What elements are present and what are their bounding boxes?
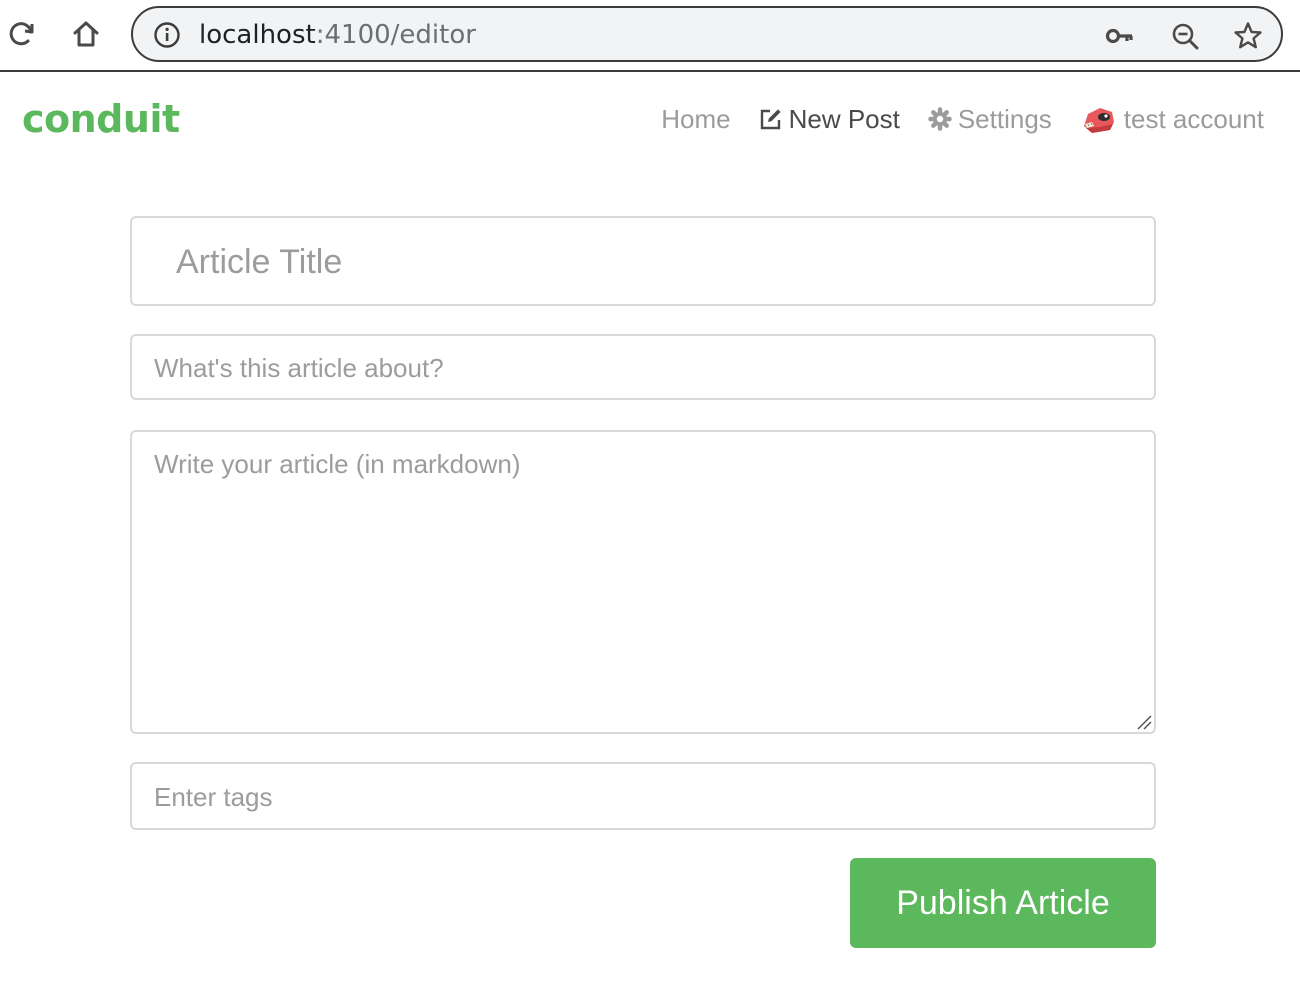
browser-toolbar: localhost:4100/editor: [0, 0, 1300, 72]
article-body-placeholder: Write your article (in markdown): [154, 449, 521, 479]
nav-profile-label: test account: [1123, 103, 1264, 134]
tags-input[interactable]: Enter tags: [130, 762, 1156, 830]
brand-logo[interactable]: conduit: [22, 94, 180, 144]
key-icon[interactable]: [1105, 20, 1137, 52]
gear-icon: [928, 107, 952, 131]
tags-placeholder: Enter tags: [154, 782, 273, 812]
nav-new-post-link[interactable]: New Post: [759, 104, 900, 135]
home-button[interactable]: [66, 14, 106, 54]
article-description-input[interactable]: What's this article about?: [130, 334, 1156, 400]
article-body-textarea[interactable]: Write your article (in markdown): [130, 430, 1156, 734]
avatar: [1083, 108, 1114, 133]
zoom-out-icon[interactable]: [1169, 20, 1201, 52]
publish-article-button[interactable]: Publish Article: [850, 858, 1156, 948]
info-icon[interactable]: [153, 21, 181, 49]
article-title-placeholder: Article Title: [176, 243, 343, 281]
nav-settings-label: Settings: [957, 103, 1052, 134]
url-path: :4100/editor: [315, 20, 476, 50]
star-icon[interactable]: [1232, 20, 1264, 52]
url-host: localhost: [199, 20, 316, 50]
nav-settings-link[interactable]: Settings: [928, 104, 1052, 135]
address-bar[interactable]: localhost:4100/editor: [131, 6, 1283, 62]
nav-profile-link[interactable]: test account: [1080, 100, 1264, 138]
reload-button[interactable]: [2, 14, 42, 54]
article-description-placeholder: What's this article about?: [154, 353, 444, 383]
resize-grip-icon[interactable]: [1136, 714, 1152, 730]
compose-icon: [760, 109, 781, 130]
url-text[interactable]: localhost:4100/editor: [199, 18, 476, 52]
nav-home-link[interactable]: Home: [661, 104, 730, 135]
article-title-input[interactable]: Article Title: [130, 216, 1156, 306]
home-icon: [73, 21, 99, 47]
main-nav: Home New Post Settings test account: [633, 98, 1264, 140]
nav-new-post-label: New Post: [788, 103, 900, 134]
nav-home-label: Home: [661, 103, 731, 134]
reload-icon: [9, 22, 34, 46]
